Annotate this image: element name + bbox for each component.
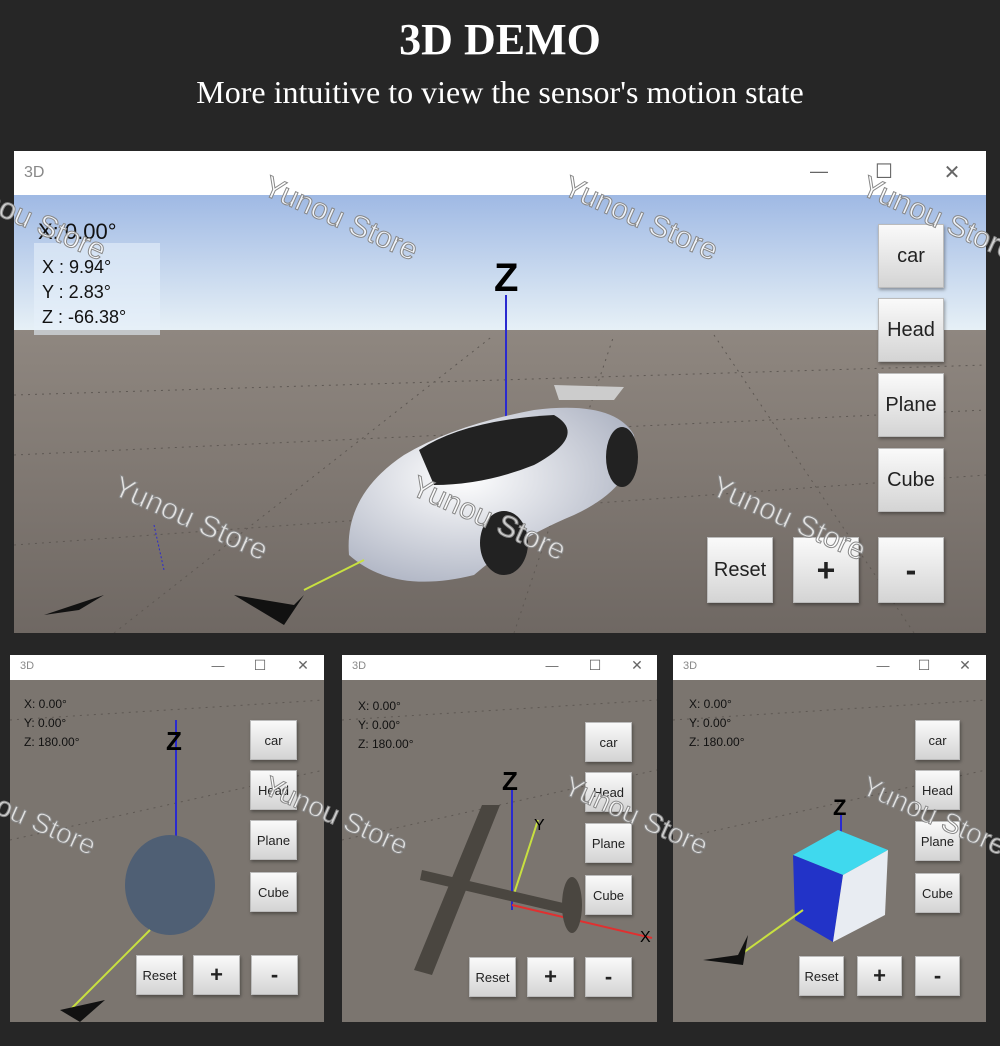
readout-x: X: 0.00°	[358, 699, 401, 713]
reset-button[interactable]: Reset	[799, 956, 844, 996]
zoom-in-button[interactable]: +	[527, 957, 574, 997]
reset-button[interactable]: Reset	[707, 537, 773, 603]
maximize-button[interactable]: ☐	[585, 657, 605, 674]
readout-y: Y: 0.00°	[24, 716, 67, 730]
readout-x: X: 0.00°	[689, 697, 732, 711]
head-button[interactable]: Head	[878, 298, 944, 362]
car-button[interactable]: car	[915, 720, 960, 760]
readout-z: Z: 180.00°	[689, 735, 745, 749]
cube-button[interactable]: Cube	[915, 873, 960, 913]
minimize-button[interactable]: —	[873, 658, 893, 673]
readout-x: X : 9.94°	[42, 257, 112, 277]
page-subtitle: More intuitive to view the sensor's moti…	[196, 74, 804, 110]
maximize-button[interactable]: ☐	[914, 657, 934, 674]
title-bar: 3D — ☐ ✕	[10, 655, 324, 680]
plane-button[interactable]: Plane	[250, 820, 297, 860]
zoom-out-button[interactable]: -	[251, 955, 298, 995]
minimize-button[interactable]: —	[804, 161, 834, 182]
cube-model	[793, 830, 888, 942]
x-axis-label: X	[640, 929, 651, 946]
car-button[interactable]: car	[878, 224, 944, 288]
readout-z: Z: 180.00°	[24, 735, 80, 749]
readout-y: Y: 0.00°	[689, 716, 732, 730]
maximize-button[interactable]: ☐	[869, 159, 899, 184]
head-3d-window: 3D — ☐ ✕ Z X: 0.00° Y: 0.00° Z: 180.00° …	[10, 655, 324, 1022]
head-button[interactable]: Head	[915, 770, 960, 810]
readout-y: Y : 2.83°	[42, 282, 111, 302]
zoom-in-button[interactable]: +	[793, 537, 859, 603]
readout-z: Z : -66.38°	[42, 307, 127, 327]
readout-z: Z: 180.00°	[358, 737, 414, 751]
reset-button[interactable]: Reset	[469, 957, 516, 997]
window-title: 3D	[683, 660, 698, 672]
zoom-in-button[interactable]: +	[857, 956, 902, 996]
close-button[interactable]: ✕	[955, 657, 975, 674]
z-axis-label: Z	[502, 766, 518, 796]
plane-button[interactable]: Plane	[915, 821, 960, 861]
window-title: 3D	[352, 660, 367, 672]
cube-button[interactable]: Cube	[878, 448, 944, 512]
close-button[interactable]: ✕	[627, 657, 647, 674]
title-bar: 3D — ☐ ✕	[673, 655, 986, 680]
z-axis-label: Z	[833, 795, 846, 820]
z-axis-label: Z	[494, 256, 518, 300]
close-button[interactable]: ✕	[293, 657, 313, 674]
page-title: 3D DEMO	[399, 15, 601, 64]
zoom-out-button[interactable]: -	[585, 957, 632, 997]
minimize-button[interactable]: —	[208, 658, 228, 673]
close-button[interactable]: ✕	[937, 160, 967, 185]
readout-x: X: 0.00°	[24, 697, 67, 711]
window-title: 3D	[24, 164, 45, 181]
car-button[interactable]: car	[585, 722, 632, 762]
plane-3d-window: 3D — ☐ ✕ Z Y X X: 0.00° Y: 0.00° Z: 180.…	[342, 655, 657, 1022]
title-bar: 3D — ☐ ✕	[342, 655, 657, 680]
y-axis-label: Y	[534, 817, 545, 834]
plane-model	[414, 805, 582, 975]
axis-arrow-icon	[60, 1000, 105, 1022]
readout-x-top: X: 0.00°	[38, 219, 117, 244]
axis-arrow-icon	[703, 935, 748, 965]
zoom-in-button[interactable]: +	[193, 955, 240, 995]
cube-button[interactable]: Cube	[250, 872, 297, 912]
zoom-out-button[interactable]: -	[878, 537, 944, 603]
head-button[interactable]: Head	[250, 770, 297, 810]
plane-button[interactable]: Plane	[585, 823, 632, 863]
zoom-out-button[interactable]: -	[915, 956, 960, 996]
reset-button[interactable]: Reset	[136, 955, 183, 995]
window-title: 3D	[20, 660, 35, 672]
head-button[interactable]: Head	[585, 772, 632, 812]
head-model	[125, 835, 215, 935]
car-button[interactable]: car	[250, 720, 297, 760]
title-bar: 3D — ☐ ✕	[14, 151, 986, 195]
minimize-button[interactable]: —	[542, 658, 562, 673]
main-3d-window: 3D — ☐ ✕ Z X: 0.00° X : 9.94° Y : 2.83° …	[14, 151, 986, 633]
plane-button[interactable]: Plane	[878, 373, 944, 437]
z-axis-label: Z	[166, 726, 182, 756]
maximize-button[interactable]: ☐	[250, 657, 270, 674]
cube-button[interactable]: Cube	[585, 875, 632, 915]
cube-3d-window: 3D — ☐ ✕ Z X: 0.00° Y: 0.00° Z: 180.00° …	[673, 655, 986, 1022]
readout-y: Y: 0.00°	[358, 718, 401, 732]
